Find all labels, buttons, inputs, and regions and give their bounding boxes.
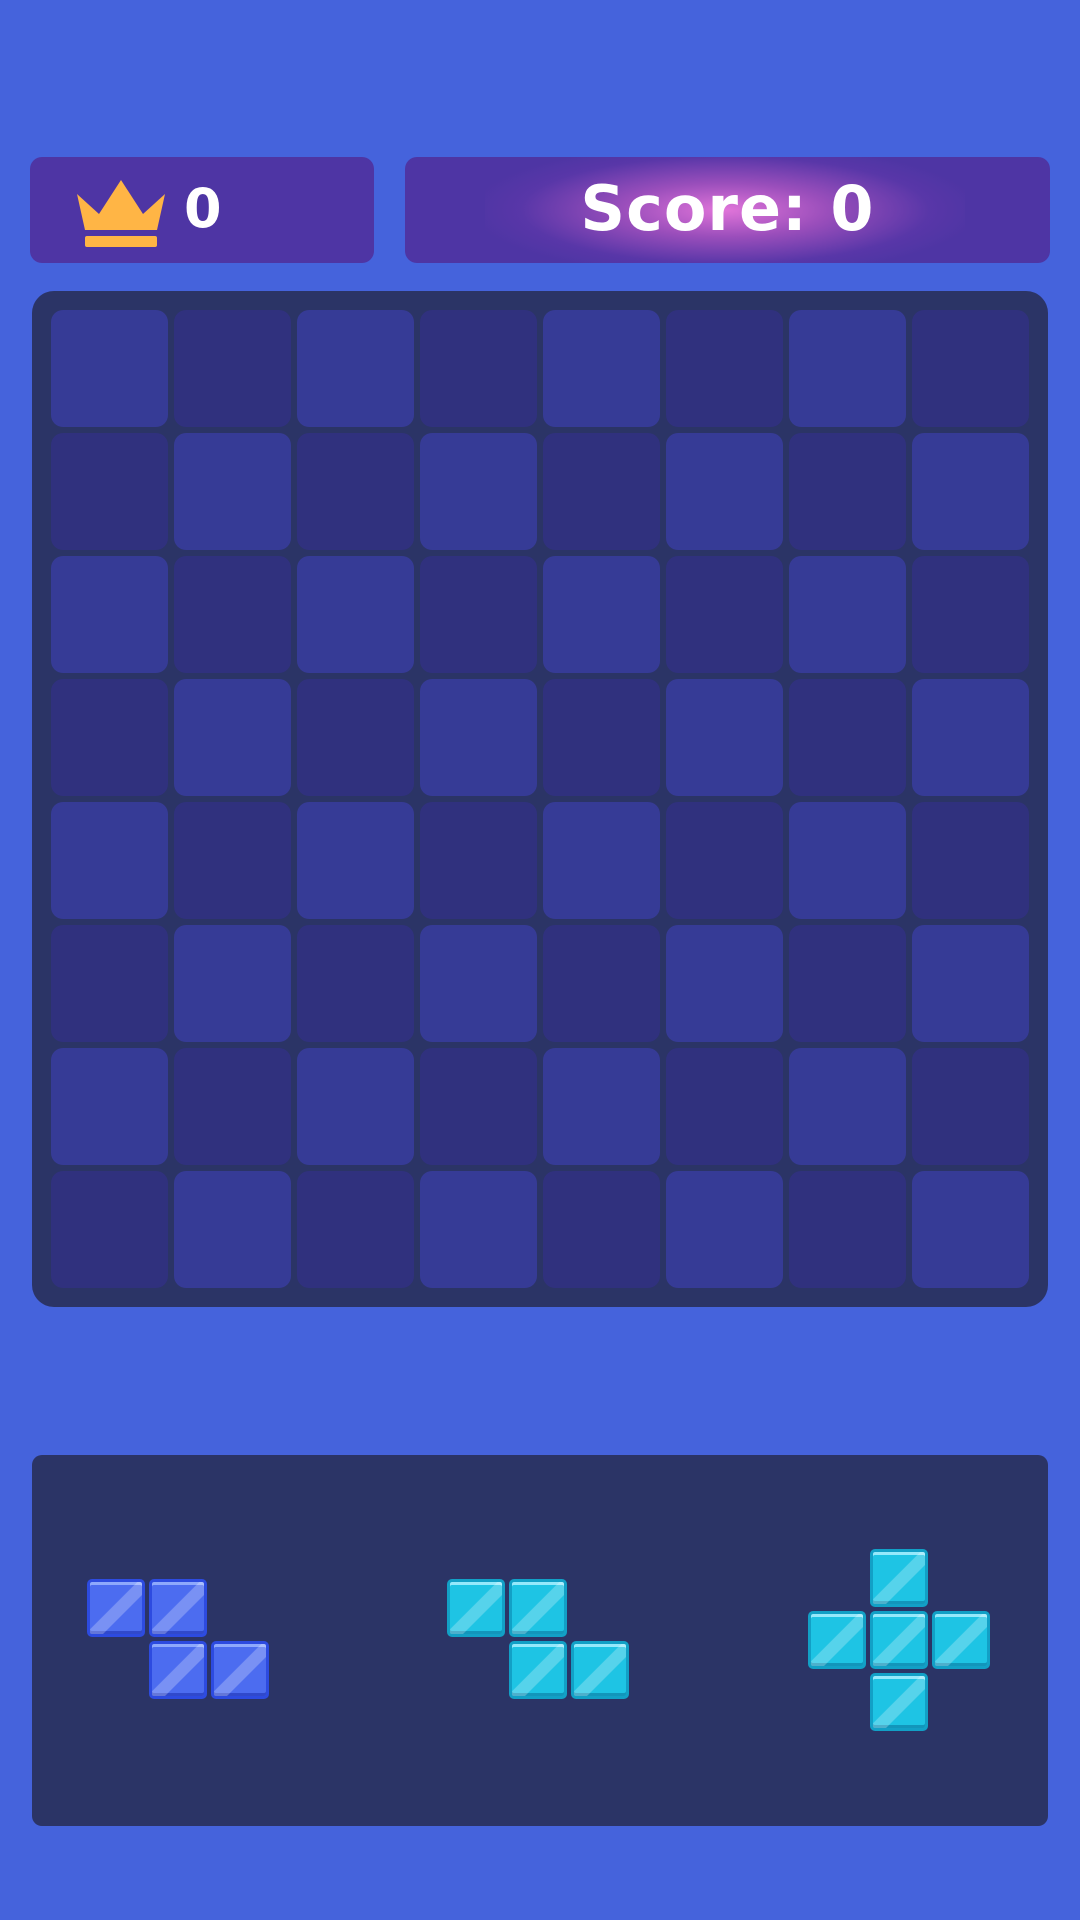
board-cell[interactable] — [420, 1048, 537, 1165]
best-score-value: 0 — [184, 177, 222, 240]
board-cell[interactable] — [420, 802, 537, 919]
piece-z-cyan[interactable] — [447, 1579, 633, 1703]
board-cell[interactable] — [912, 925, 1029, 1042]
best-score-panel: 0 — [30, 157, 374, 263]
board-cell[interactable] — [789, 1171, 906, 1288]
score-label: Score: 0 — [580, 172, 875, 245]
board-cell[interactable] — [420, 310, 537, 427]
board-cell[interactable] — [174, 1171, 291, 1288]
board-cell[interactable] — [666, 925, 783, 1042]
piece-block — [808, 1611, 866, 1669]
board-cell[interactable] — [420, 433, 537, 550]
board-cell[interactable] — [789, 802, 906, 919]
board-cell[interactable] — [420, 925, 537, 1042]
board-cell[interactable] — [543, 679, 660, 796]
piece-block — [149, 1641, 207, 1699]
board-cell[interactable] — [51, 802, 168, 919]
board-cell[interactable] — [297, 802, 414, 919]
board-cell[interactable] — [420, 1171, 537, 1288]
piece-plus-cyan[interactable] — [808, 1549, 994, 1735]
board-cell[interactable] — [912, 1048, 1029, 1165]
board-cell[interactable] — [51, 310, 168, 427]
board-cell[interactable] — [789, 310, 906, 427]
piece-block — [870, 1549, 928, 1607]
board-cell[interactable] — [174, 679, 291, 796]
board-cell[interactable] — [543, 433, 660, 550]
board-cell[interactable] — [174, 925, 291, 1042]
board-cell[interactable] — [174, 310, 291, 427]
board-cell[interactable] — [297, 679, 414, 796]
board-cell[interactable] — [666, 802, 783, 919]
board-cell[interactable] — [297, 1048, 414, 1165]
board-cell[interactable] — [51, 433, 168, 550]
board-cell[interactable] — [789, 679, 906, 796]
board-cell[interactable] — [912, 679, 1029, 796]
piece-block — [870, 1611, 928, 1669]
crown-icon — [77, 180, 165, 247]
board-cell[interactable] — [912, 802, 1029, 919]
board-cell[interactable] — [666, 433, 783, 550]
board-cell[interactable] — [51, 679, 168, 796]
piece-z-blue[interactable] — [87, 1579, 273, 1703]
board-cell[interactable] — [543, 556, 660, 673]
board-cell[interactable] — [420, 556, 537, 673]
board-cell[interactable] — [912, 1171, 1029, 1288]
board-cell[interactable] — [51, 556, 168, 673]
board-cell[interactable] — [297, 556, 414, 673]
board-cell[interactable] — [174, 556, 291, 673]
board-cell[interactable] — [543, 802, 660, 919]
board-cell[interactable] — [297, 433, 414, 550]
piece-block — [509, 1641, 567, 1699]
piece-tray — [32, 1455, 1048, 1826]
score-panel: Score: 0 — [405, 157, 1050, 263]
piece-block — [447, 1579, 505, 1637]
board-cell[interactable] — [420, 679, 537, 796]
board-cell[interactable] — [666, 1048, 783, 1165]
board-cell[interactable] — [789, 1048, 906, 1165]
board-cell[interactable] — [297, 310, 414, 427]
piece-block — [870, 1673, 928, 1731]
board-cell[interactable] — [543, 1048, 660, 1165]
board-cell[interactable] — [51, 1048, 168, 1165]
board-cell[interactable] — [789, 925, 906, 1042]
board-cell[interactable] — [297, 925, 414, 1042]
game-board[interactable] — [32, 291, 1048, 1307]
board-cell[interactable] — [789, 556, 906, 673]
piece-block — [211, 1641, 269, 1699]
board-cell[interactable] — [789, 433, 906, 550]
piece-block — [932, 1611, 990, 1669]
piece-block — [571, 1641, 629, 1699]
board-cell[interactable] — [543, 1171, 660, 1288]
board-cell[interactable] — [51, 1171, 168, 1288]
board-cell[interactable] — [666, 556, 783, 673]
board-cell[interactable] — [666, 310, 783, 427]
board-cell[interactable] — [543, 310, 660, 427]
piece-block — [87, 1579, 145, 1637]
board-cell[interactable] — [174, 433, 291, 550]
board-cell[interactable] — [912, 310, 1029, 427]
board-cell[interactable] — [543, 925, 660, 1042]
board-cell[interactable] — [174, 802, 291, 919]
board-cell[interactable] — [912, 433, 1029, 550]
board-cell[interactable] — [51, 925, 168, 1042]
board-cell[interactable] — [666, 1171, 783, 1288]
piece-block — [509, 1579, 567, 1637]
board-cell[interactable] — [666, 679, 783, 796]
board-cell[interactable] — [297, 1171, 414, 1288]
board-cell[interactable] — [912, 556, 1029, 673]
piece-block — [149, 1579, 207, 1637]
board-cell[interactable] — [174, 1048, 291, 1165]
